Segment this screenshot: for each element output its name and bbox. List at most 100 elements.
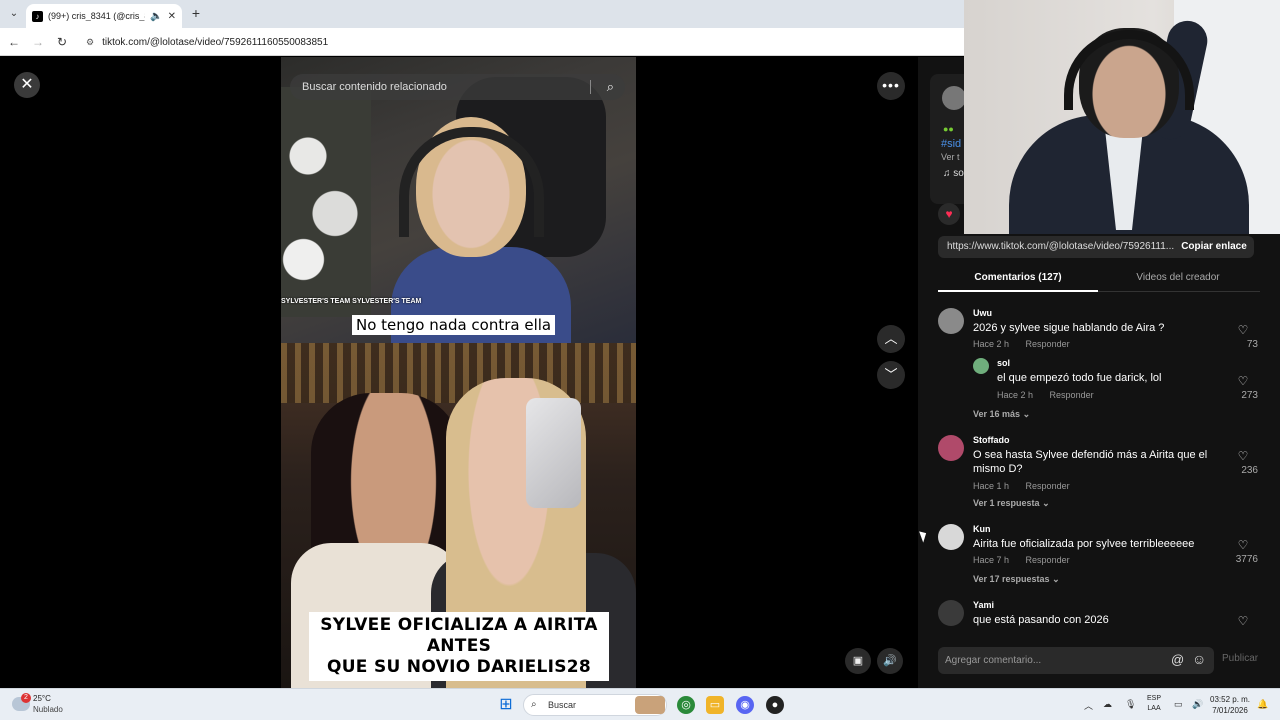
heart-outline-icon[interactable]: ♡ xyxy=(1236,538,1250,552)
audio-icon[interactable]: 🔈 xyxy=(150,11,162,22)
tab-comments[interactable]: Comentarios (127) xyxy=(938,266,1098,292)
comment-username[interactable]: Yami xyxy=(973,600,994,610)
speaker-icon[interactable]: 🔊 xyxy=(1192,699,1203,710)
display-icon[interactable]: ▭ xyxy=(1174,699,1183,710)
back-arrow-icon[interactable]: ← xyxy=(6,34,22,50)
comment-text: el que empezó todo fue darick, lol xyxy=(997,372,1162,384)
language-indicator[interactable]: ESP LAA xyxy=(1147,694,1161,714)
caption-bottom-line1: SYLVEE OFICIALIZA A AIRITA ANTES xyxy=(320,615,598,656)
lang-line2: LAA xyxy=(1147,705,1161,712)
team-overlay-text: SYLVESTER'S TEAM SYLVESTER'S TEAM xyxy=(281,298,422,305)
emoji-icon[interactable]: ☺ xyxy=(1192,651,1206,667)
search-highlight-icon[interactable] xyxy=(635,696,665,714)
volume-icon[interactable]: 🔊 xyxy=(877,648,903,674)
avatar[interactable] xyxy=(938,524,964,550)
file-explorer-icon[interactable]: ▭ xyxy=(706,696,724,714)
search-icon: ⌕ xyxy=(531,699,537,710)
comment-item: Yami que está pasando con 2026 ♡ xyxy=(938,600,1260,630)
obs-icon[interactable]: ● xyxy=(766,696,784,714)
view-more-label: Ver 17 respuestas xyxy=(973,574,1050,584)
discord-icon[interactable]: ◉ xyxy=(736,696,754,714)
comment-item: Kun Airita fue oficializada por sylvee t… xyxy=(938,524,1260,588)
comment-text: O sea hasta Sylvee defendió más a Airita… xyxy=(973,449,1208,475)
comment-username[interactable]: Uwu xyxy=(973,308,992,318)
heart-outline-icon[interactable]: ♡ xyxy=(1236,374,1250,388)
site-info-icon[interactable]: ⚙ xyxy=(86,37,94,48)
video-caption-mid: No tengo nada contra ella xyxy=(352,315,556,335)
picture-in-picture-icon[interactable]: ▣ xyxy=(845,648,871,674)
flowers-decoration xyxy=(281,87,371,317)
view-more-replies[interactable]: Ver 17 respuestas ⌄ xyxy=(973,574,1060,585)
hashtag-link[interactable]: #sid xyxy=(941,138,961,150)
reply-button[interactable]: Responder xyxy=(1026,555,1070,565)
share-link-row: https://www.tiktok.com/@lolotase/video/7… xyxy=(938,236,1268,258)
comment-time: Hace 1 h xyxy=(973,481,1010,491)
avatar[interactable] xyxy=(973,358,989,374)
tab-close-icon[interactable]: ✕ xyxy=(168,11,176,22)
heart-outline-icon[interactable]: ♡ xyxy=(1236,614,1250,628)
search-divider xyxy=(590,80,591,94)
forward-arrow-icon[interactable]: → xyxy=(30,34,46,50)
heart-outline-icon[interactable]: ♡ xyxy=(1236,449,1250,463)
view-more-label: Ver 16 más xyxy=(973,409,1021,419)
next-video-button[interactable]: ﹀ xyxy=(877,361,905,389)
weather-desc: Nublado xyxy=(33,705,63,714)
like-count: 3776 xyxy=(1235,554,1258,565)
comment-meta: Hace 2 h Responder xyxy=(973,339,1070,349)
comment-text: Airita fue oficializada por sylvee terri… xyxy=(973,538,1195,550)
more-options-button[interactable]: ••• xyxy=(877,72,905,100)
view-more-replies[interactable]: Ver 16 más ⌄ xyxy=(973,409,1030,420)
comment-text: 2026 y sylvee sigue hablando de Aira ? xyxy=(973,322,1165,334)
close-player-button[interactable]: ✕ xyxy=(14,72,40,98)
tab-search-icon[interactable]: ⌄ xyxy=(6,6,22,22)
like-heart-icon[interactable]: ♥ xyxy=(938,203,960,225)
reply-button[interactable]: Responder xyxy=(1026,339,1070,349)
previous-video-button[interactable]: ︿ xyxy=(877,325,905,353)
chrome-icon[interactable]: ◎ xyxy=(677,696,695,714)
notification-bell-icon[interactable]: 🔔 xyxy=(1257,699,1268,710)
url-field[interactable]: ⚙ tiktok.com/@lolotase/video/75926111605… xyxy=(80,31,980,53)
tab-title: (99+) cris_8341 (@cris_8341 xyxy=(48,11,145,21)
avatar[interactable] xyxy=(938,600,964,626)
creator-avatar[interactable] xyxy=(942,86,966,110)
bar-background xyxy=(281,343,636,403)
url-text: tiktok.com/@lolotase/video/7592611160550… xyxy=(102,36,329,48)
comment-username[interactable]: Stoffado xyxy=(973,435,1010,445)
related-search-input[interactable]: Buscar contenido relacionado ⌕ xyxy=(290,74,625,100)
browser-tab-tiktok[interactable]: ♪ (99+) cris_8341 (@cris_8341 🔈 ✕ xyxy=(26,4,182,28)
new-tab-button[interactable]: + xyxy=(188,5,204,21)
phone-icon xyxy=(526,398,581,508)
reload-icon[interactable]: ↻ xyxy=(54,34,70,50)
windows-start-icon[interactable]: ⊞ xyxy=(497,696,515,714)
windows-taskbar: 2 25°C Nublado ⊞ Buscar ⌕ ◎ ▭ ◉ ● ︿ ☁ 🎙 … xyxy=(0,688,1280,720)
emoji-row: ●● xyxy=(943,124,954,134)
webcam-overlay xyxy=(964,0,1280,234)
network-tray-icon[interactable]: ☁ xyxy=(1103,699,1112,710)
avatar[interactable] xyxy=(938,308,964,334)
clock-date: 7/01/2026 xyxy=(1212,706,1248,715)
comment-username[interactable]: sol xyxy=(997,358,1010,368)
comment-meta: Hace 7 h Responder xyxy=(973,555,1070,565)
reply-button[interactable]: Responder xyxy=(1050,390,1094,400)
see-translation-link[interactable]: Ver t xyxy=(941,152,960,162)
tab-creator-videos[interactable]: Videos del creador xyxy=(1098,266,1258,292)
comment-meta: Hace 2 h Responder xyxy=(997,390,1094,400)
share-link-field[interactable]: https://www.tiktok.com/@lolotase/video/7… xyxy=(938,236,1174,258)
comment-item: Stoffado O sea hasta Sylvee defendió más… xyxy=(938,435,1260,515)
video-frame[interactable]: SYLVESTER'S TEAM SYLVESTER'S TEAM No ten… xyxy=(281,57,636,688)
like-count: 73 xyxy=(1246,339,1258,350)
view-more-replies[interactable]: Ver 1 respuesta ⌄ xyxy=(973,498,1050,509)
copy-link-button[interactable]: Copiar enlace xyxy=(1174,236,1254,258)
music-link[interactable]: ♫ so xyxy=(943,168,964,179)
reply-button[interactable]: Responder xyxy=(1026,481,1070,491)
avatar[interactable] xyxy=(938,435,964,461)
system-clock[interactable]: 03:52 p. m. 7/01/2026 xyxy=(1210,694,1250,716)
publish-button[interactable]: Publicar xyxy=(1222,653,1258,664)
search-icon[interactable]: ⌕ xyxy=(607,79,614,95)
caption-bottom-line2: QUE SU NOVIO DARIELIS28 xyxy=(326,657,592,677)
tray-chevron-icon[interactable]: ︿ xyxy=(1084,699,1093,712)
mention-icon[interactable]: @ xyxy=(1171,652,1184,667)
comment-username[interactable]: Kun xyxy=(973,524,991,534)
heart-outline-icon[interactable]: ♡ xyxy=(1236,323,1250,337)
microphone-icon[interactable]: 🎙 xyxy=(1125,699,1136,710)
